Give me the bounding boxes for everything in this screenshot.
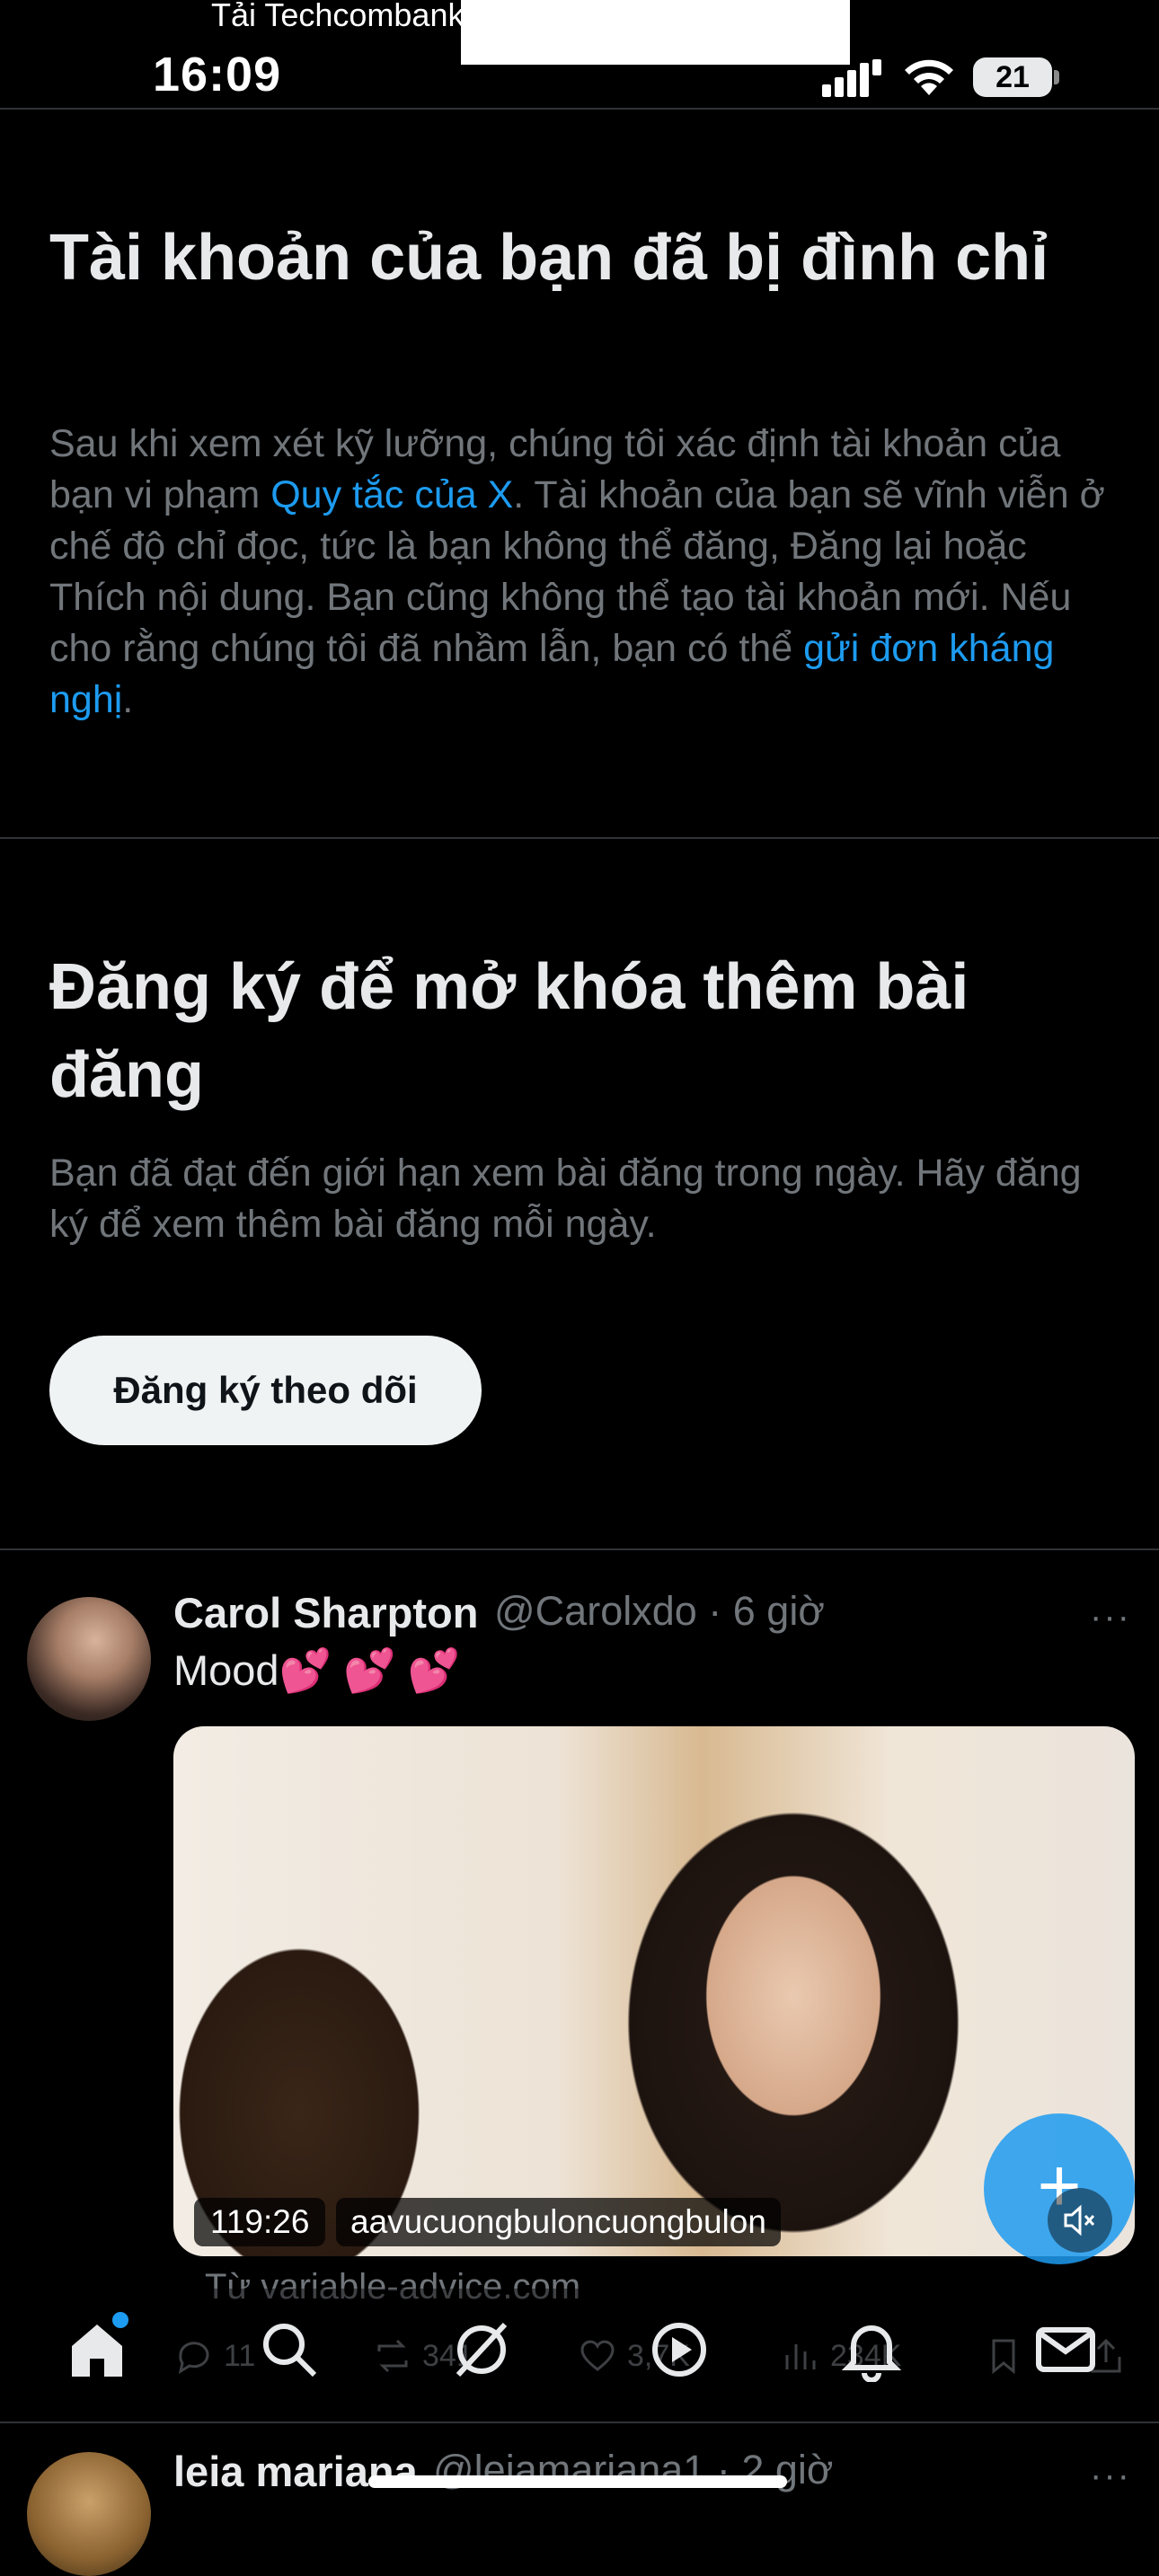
tweet-text: Mood💕 💕 💕 bbox=[173, 1645, 460, 1696]
rules-link[interactable]: Quy tắc của X bbox=[270, 473, 513, 516]
wifi-icon bbox=[901, 56, 957, 97]
more-options-icon[interactable]: ··· bbox=[1090, 2456, 1131, 2496]
cellular-signal-icon bbox=[822, 59, 881, 97]
battery-tip bbox=[1054, 70, 1059, 84]
suspended-body-part3: . bbox=[122, 678, 134, 721]
suspended-body: Sau khi xem xét kỹ lưỡng, chúng tôi xác … bbox=[49, 419, 1119, 726]
grok-icon[interactable] bbox=[449, 2317, 514, 2382]
video-duration-badge: 119:26 bbox=[194, 2198, 326, 2246]
search-icon[interactable] bbox=[257, 2317, 322, 2382]
divider bbox=[0, 108, 1159, 110]
status-time: 16:09 bbox=[153, 48, 282, 101]
more-options-icon[interactable]: ··· bbox=[1090, 1597, 1131, 1637]
subscribe-button[interactable]: Đăng ký theo dõi bbox=[49, 1336, 482, 1445]
tweet-emoji: 💕 💕 💕 bbox=[279, 1646, 461, 1694]
tab-bar bbox=[0, 2289, 1159, 2422]
tweet-author-name[interactable]: leia mariana bbox=[173, 2447, 418, 2496]
battery-icon: 21 bbox=[973, 57, 1052, 97]
tweet-text-body: Mood bbox=[173, 1646, 279, 1694]
tweet-handle-time[interactable]: @Carolxdo · 6 giờ bbox=[494, 1588, 825, 1635]
notification-banner-text[interactable]: Tải Techcombank bbox=[211, 0, 464, 34]
messages-icon[interactable] bbox=[1033, 2317, 1098, 2382]
notifications-icon[interactable] bbox=[839, 2317, 904, 2383]
home-indicator[interactable] bbox=[368, 2475, 787, 2488]
mute-icon[interactable] bbox=[1048, 2188, 1112, 2253]
avatar[interactable] bbox=[27, 1597, 151, 1721]
divider bbox=[0, 2422, 1159, 2423]
subscribe-title: Đăng ký để mở khóa thêm bài đăng bbox=[49, 951, 969, 1111]
avatar[interactable] bbox=[27, 2452, 151, 2576]
video-caption-badge: aavucuongbuloncuongbulon bbox=[336, 2198, 781, 2246]
divider bbox=[0, 837, 1159, 839]
suspended-title: Tài khoản của bạn đã bị đình chỉ bbox=[49, 222, 1049, 294]
tweet-author-name[interactable]: Carol Sharpton bbox=[173, 1588, 478, 1637]
notification-overlay bbox=[461, 0, 850, 65]
subscribe-body: Bạn đã đạt đến giới hạn xem bài đăng tro… bbox=[49, 1151, 1082, 1246]
spaces-icon[interactable] bbox=[647, 2317, 712, 2382]
divider bbox=[0, 1548, 1159, 1550]
home-notification-dot bbox=[112, 2312, 128, 2328]
